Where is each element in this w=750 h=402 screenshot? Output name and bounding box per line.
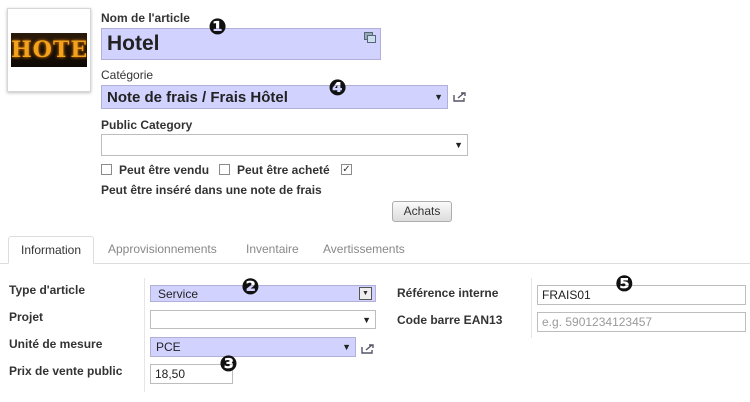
ean-label: Code barre EAN13 <box>397 313 503 327</box>
projet-select[interactable]: ▼ <box>150 310 376 329</box>
category-select[interactable]: Note de frais / Frais Hôtel ▼ <box>101 85 448 109</box>
chevron-down-icon: ▼ <box>434 92 443 102</box>
expense-note-text: Peut être inséré dans une note de frais <box>101 183 322 197</box>
callout-4: ❹ <box>328 75 347 100</box>
column-divider-left <box>144 278 145 392</box>
tab-approvisionnements[interactable]: Approvisionnements <box>108 236 217 263</box>
ean-placeholder: e.g. 5901234123457 <box>542 315 653 329</box>
callout-1: ❶ <box>208 14 227 39</box>
ref-value: FRAIS01 <box>542 288 591 302</box>
public-category-select[interactable]: ▼ <box>101 134 468 156</box>
tab-avertissements[interactable]: Avertissements <box>323 236 405 263</box>
external-link-icon[interactable] <box>453 91 467 102</box>
uom-select[interactable]: PCE ▼ <box>150 337 356 357</box>
uom-label: Unité de mesure <box>9 337 103 351</box>
translate-icon[interactable] <box>364 32 376 43</box>
type-value: Service <box>158 287 199 301</box>
category-value: Note de frais / Frais Hôtel <box>107 89 288 106</box>
tab-bar-divider <box>0 263 750 264</box>
callout-3: ❸ <box>219 351 238 376</box>
tab-information-label: Information <box>20 243 82 257</box>
chevron-down-icon: ▼ <box>454 140 463 150</box>
column-divider-right <box>531 278 532 338</box>
checkbox-purchase-ok-label: Peut être acheté <box>237 163 330 177</box>
uom-value: PCE <box>156 340 181 354</box>
name-field[interactable]: Hotel <box>101 28 381 60</box>
price-value: 18,50 <box>155 367 186 381</box>
chevron-down-icon: ▼ <box>342 342 351 352</box>
callout-2: ❷ <box>241 274 260 299</box>
ean-input[interactable]: e.g. 5901234123457 <box>537 312 746 332</box>
achats-button[interactable]: Achats <box>392 201 452 222</box>
ref-input[interactable]: FRAIS01 <box>537 285 746 305</box>
product-image[interactable]: HOTEL <box>7 8 91 92</box>
checkbox-sale-ok[interactable] <box>101 164 112 175</box>
callout-5: ❺ <box>615 271 634 296</box>
ref-label: Référence interne <box>397 286 499 300</box>
hotel-sign-text: HOTEL <box>11 37 87 63</box>
chevron-down-icon: ▼ <box>362 314 371 325</box>
tab-inventaire[interactable]: Inventaire <box>246 236 299 263</box>
checkbox-purchase-ok[interactable] <box>219 164 230 175</box>
name-value: Hotel <box>107 32 160 55</box>
projet-label: Projet <box>9 310 44 324</box>
tab-information[interactable]: Information <box>8 236 94 264</box>
type-label: Type d'article <box>9 283 85 297</box>
price-label: Prix de vente public <box>9 364 123 378</box>
hotel-sign-image: HOTEL <box>11 33 87 67</box>
public-category-label: Public Category <box>101 118 193 132</box>
name-label: Nom de l'article <box>101 11 190 25</box>
checkbox-sale-ok-label: Peut être vendu <box>119 163 210 177</box>
checkbox-hr-expense[interactable]: ✓ <box>341 164 352 175</box>
category-label: Catégorie <box>101 68 154 82</box>
chevron-down-icon: ▼ <box>359 287 372 300</box>
type-select[interactable]: Service ▼ <box>150 285 376 302</box>
external-link-icon[interactable] <box>361 343 375 354</box>
